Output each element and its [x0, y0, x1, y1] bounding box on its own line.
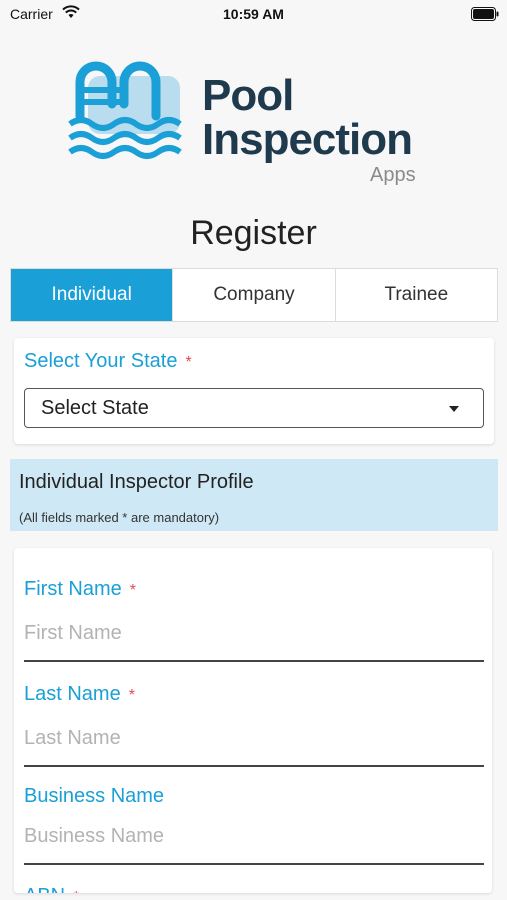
- required-marker: *: [129, 582, 137, 599]
- abn-label-text: ABN: [24, 885, 65, 893]
- last-name-label-text: Last Name: [24, 683, 121, 705]
- required-marker: *: [185, 354, 192, 371]
- registration-type-tabs: Individual Company Trainee: [10, 268, 498, 322]
- tab-trainee[interactable]: Trainee: [334, 269, 497, 321]
- first-name-input[interactable]: First Name: [24, 622, 122, 645]
- business-name-input[interactable]: Business Name: [24, 825, 164, 848]
- logo-title: Pool Inspection: [202, 71, 413, 164]
- logo-title-line2: Inspection: [202, 115, 413, 164]
- first-name-label-text: First Name: [24, 578, 122, 600]
- state-label: Select Your State *: [24, 350, 192, 373]
- app-logo: Pool Inspection Apps: [68, 60, 438, 190]
- profile-title: Individual Inspector Profile: [19, 471, 254, 493]
- business-name-label-text: Business Name: [24, 785, 165, 807]
- status-bar: Carrier 10:59 AM: [0, 0, 507, 30]
- page-title: Register: [190, 214, 317, 252]
- required-marker: *: [128, 687, 135, 704]
- profile-banner: Individual Inspector Profile (All fields…: [10, 459, 498, 531]
- mandatory-note: (All fields marked * are mandatory): [19, 510, 220, 525]
- state-card: Select Your State * Select State: [14, 338, 494, 444]
- clock: 10:59 AM: [223, 6, 284, 22]
- last-name-field: Last Name * Last Name: [24, 683, 484, 767]
- business-name-label: Business Name: [24, 785, 484, 808]
- battery-icon: [471, 7, 499, 26]
- business-name-underline: [24, 863, 484, 865]
- state-label-text: Select Your State: [24, 350, 178, 372]
- abn-field: ABN *: [24, 885, 484, 893]
- state-select-value: Select State: [41, 396, 149, 419]
- last-name-underline: [24, 765, 484, 767]
- first-name-label: First Name *: [24, 578, 484, 601]
- dropdown-caret-icon: [449, 406, 459, 412]
- first-name-underline: [24, 660, 484, 662]
- state-select[interactable]: Select State: [24, 388, 484, 428]
- business-name-field: Business Name Business Name: [24, 785, 484, 865]
- last-name-input[interactable]: Last Name: [24, 727, 121, 750]
- tab-company[interactable]: Company: [172, 269, 334, 321]
- pool-ladder-icon: [68, 61, 182, 159]
- profile-form: First Name * First Name Last Name * Last N…: [14, 548, 492, 893]
- logo-title-line1: Pool: [202, 71, 294, 120]
- last-name-label: Last Name *: [24, 683, 484, 706]
- tab-individual[interactable]: Individual: [11, 269, 173, 321]
- abn-label: ABN *: [24, 885, 484, 893]
- first-name-field: First Name * First Name: [24, 578, 484, 662]
- logo-subtitle: Apps: [370, 164, 416, 186]
- required-marker: *: [73, 889, 79, 893]
